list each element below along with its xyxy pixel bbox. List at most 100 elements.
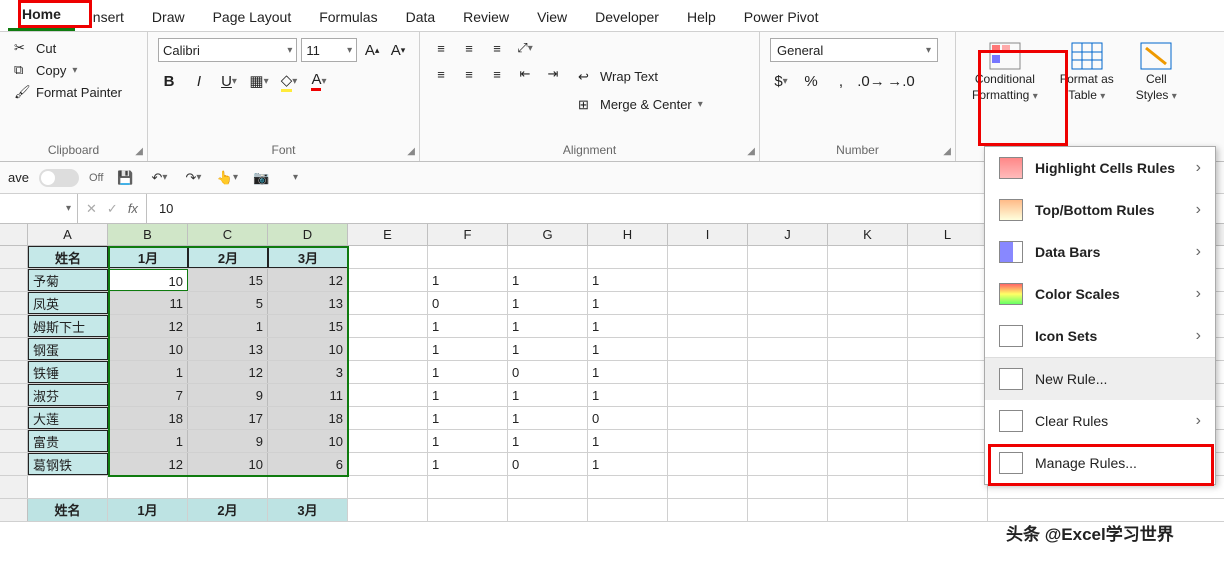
cell[interactable] <box>748 476 828 498</box>
cf-data-bars[interactable]: Data Bars› <box>985 231 1215 273</box>
align-bottom-button[interactable]: ≡ <box>486 38 508 58</box>
cancel-icon[interactable]: ✕ <box>86 201 97 217</box>
cell[interactable]: 1 <box>588 430 668 452</box>
fill-color-button[interactable]: ◇▾ <box>278 70 300 92</box>
cell[interactable] <box>508 499 588 521</box>
touch-mode-button[interactable]: 👆▾ <box>215 166 239 190</box>
cell[interactable] <box>668 315 748 337</box>
cell[interactable] <box>588 246 668 268</box>
cell[interactable] <box>348 361 428 383</box>
cell-name[interactable]: 姆斯下士 <box>28 315 108 337</box>
cell[interactable] <box>668 453 748 475</box>
cell[interactable] <box>908 315 988 337</box>
cf-clear-rules[interactable]: Clear Rules› <box>985 400 1215 442</box>
tab-formulas[interactable]: Formulas <box>305 5 391 31</box>
tab-insert[interactable]: Insert <box>75 5 138 31</box>
cell[interactable]: 1 <box>508 292 588 314</box>
cell[interactable] <box>508 476 588 498</box>
cell[interactable] <box>908 269 988 291</box>
col-L[interactable]: L <box>908 224 988 245</box>
col-F[interactable]: F <box>428 224 508 245</box>
cell[interactable]: 7 <box>108 384 188 406</box>
cell[interactable] <box>828 499 908 521</box>
cell[interactable] <box>748 453 828 475</box>
merge-center-button[interactable]: ⊞Merge & Center▾ <box>574 95 707 115</box>
cell[interactable]: 3 <box>268 361 348 383</box>
cell[interactable] <box>668 476 748 498</box>
col-D[interactable]: D <box>268 224 348 245</box>
cell[interactable]: 12 <box>188 361 268 383</box>
cell[interactable]: 1 <box>588 338 668 360</box>
cell[interactable] <box>348 384 428 406</box>
enter-icon[interactable]: ✓ <box>107 201 118 217</box>
col-H[interactable]: H <box>588 224 668 245</box>
cell[interactable] <box>668 338 748 360</box>
cell[interactable]: 6 <box>268 453 348 475</box>
cell[interactable]: 1 <box>108 430 188 452</box>
bold-button[interactable]: B <box>158 70 180 92</box>
cell[interactable] <box>428 246 508 268</box>
row-number[interactable] <box>0 430 28 452</box>
cell[interactable] <box>908 246 988 268</box>
decrease-indent-button[interactable]: ⇤ <box>514 64 536 84</box>
align-middle-button[interactable]: ≡ <box>458 38 480 58</box>
cell[interactable] <box>908 338 988 360</box>
cell[interactable]: 13 <box>268 292 348 314</box>
header-m2[interactable]: 2月 <box>188 246 268 268</box>
cell[interactable] <box>348 315 428 337</box>
font-name-select[interactable]: Calibri▾ <box>158 38 297 62</box>
row-number[interactable] <box>0 338 28 360</box>
cell[interactable]: 1 <box>508 407 588 429</box>
col-K[interactable]: K <box>828 224 908 245</box>
tab-power-pivot[interactable]: Power Pivot <box>730 5 833 31</box>
cell[interactable] <box>348 499 428 521</box>
cell[interactable]: 12 <box>108 453 188 475</box>
cell[interactable] <box>828 246 908 268</box>
cell[interactable]: 1 <box>588 269 668 291</box>
cell[interactable] <box>908 361 988 383</box>
cell[interactable] <box>588 476 668 498</box>
font-launcher[interactable]: ◢ <box>407 146 415 157</box>
undo-button[interactable]: ↶▾ <box>147 166 171 190</box>
cell[interactable] <box>748 292 828 314</box>
cell[interactable] <box>828 476 908 498</box>
number-format-select[interactable]: General▾ <box>770 38 938 62</box>
clipboard-launcher[interactable]: ◢ <box>135 146 143 157</box>
col-I[interactable]: I <box>668 224 748 245</box>
cell[interactable] <box>188 476 268 498</box>
tab-developer[interactable]: Developer <box>581 5 673 31</box>
cell-name[interactable]: 葛钢铁 <box>28 453 108 475</box>
cell[interactable] <box>828 361 908 383</box>
header-m3[interactable]: 3月 <box>268 246 348 268</box>
cell[interactable]: 1 <box>428 361 508 383</box>
cell[interactable] <box>668 361 748 383</box>
cell[interactable]: 1 <box>428 430 508 452</box>
tab-home[interactable]: Home <box>8 2 75 31</box>
row-number[interactable] <box>0 361 28 383</box>
header2-name[interactable]: 姓名 <box>28 499 108 521</box>
cell[interactable]: 18 <box>268 407 348 429</box>
wrap-text-button[interactable]: ↩Wrap Text <box>574 67 707 87</box>
cell[interactable] <box>748 269 828 291</box>
header-m1[interactable]: 1月 <box>108 246 188 268</box>
cell[interactable] <box>908 384 988 406</box>
cell-name[interactable]: 铁锤 <box>28 361 108 383</box>
cell-name[interactable]: 淑芬 <box>28 384 108 406</box>
cf-color-scales[interactable]: Color Scales› <box>985 273 1215 315</box>
cell[interactable]: 1 <box>588 384 668 406</box>
font-color-button[interactable]: A▾ <box>308 70 330 92</box>
cell[interactable] <box>908 407 988 429</box>
col-B[interactable]: B <box>108 224 188 245</box>
format-painter-button[interactable]: 🖌Format Painter <box>10 82 137 102</box>
cell[interactable]: 1 <box>508 315 588 337</box>
col-C[interactable]: C <box>188 224 268 245</box>
cell[interactable] <box>748 384 828 406</box>
cell[interactable] <box>748 361 828 383</box>
cell[interactable]: 17 <box>188 407 268 429</box>
cell[interactable] <box>108 476 188 498</box>
cell[interactable] <box>828 338 908 360</box>
cell[interactable] <box>268 476 348 498</box>
cell[interactable] <box>668 246 748 268</box>
orientation-button[interactable]: ⤢▾ <box>514 38 536 58</box>
cell[interactable]: 10 <box>188 453 268 475</box>
